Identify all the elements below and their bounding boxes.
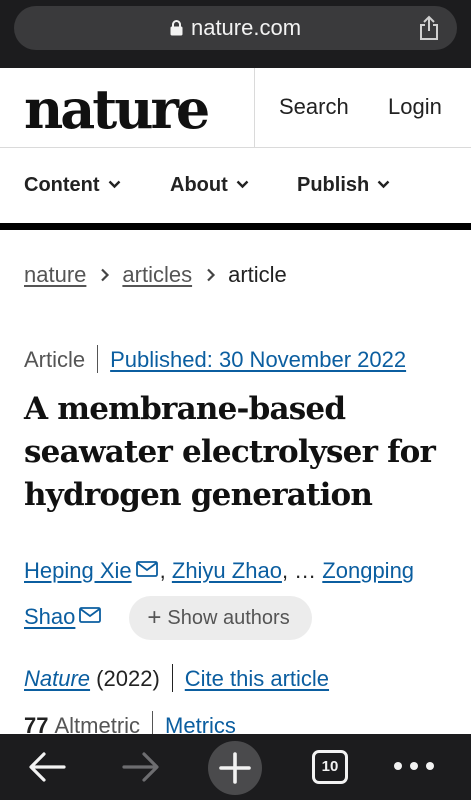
nav-publish-menu[interactable]: Publish [297,174,390,197]
author-zongping-shao-first[interactable]: Zongping [322,558,414,583]
nav-bottom-rule [0,223,471,230]
meta-divider [97,345,99,373]
nature-logo[interactable]: nature [24,74,210,144]
nav-publish-label: Publish [297,174,370,196]
authors-ellipsis: … [294,558,317,583]
url-text: nature.com [190,15,302,40]
share-icon[interactable] [417,15,441,41]
new-tab-button[interactable] [208,741,262,795]
published-date-link[interactable]: Published: 30 November 2022 [110,347,406,372]
journal-link[interactable]: Nature [24,666,90,691]
breadcrumb: nature articles article [24,262,287,288]
article-type: Article [24,347,86,372]
citation-line: Nature (2022) Cite this article [24,664,329,692]
search-link[interactable]: Search [279,94,349,120]
cite-divider [171,664,173,692]
breadcrumb-articles[interactable]: articles [122,262,192,287]
chevron-down-icon [377,180,390,189]
chevron-right-icon [207,268,216,282]
nav-about-menu[interactable]: About [170,174,249,197]
chevron-right-icon [101,268,110,282]
author-list: Heping Xie, Zhiyu Zhao, … Zongping Shao + S… [24,548,454,641]
breadcrumb-current: article [228,262,287,287]
author-zongping-shao-second[interactable]: Shao [24,604,75,629]
plus-icon: + [147,604,162,632]
author-zhiyu-zhao[interactable]: Zhiyu Zhao [172,558,282,583]
site-header: nature Search Login [0,68,471,148]
header-divider [254,68,255,148]
back-arrow-icon[interactable] [24,745,70,789]
nav-content-menu[interactable]: Content [24,174,121,197]
plus-icon [219,752,251,784]
cite-article-link[interactable]: Cite this article [185,666,329,691]
lock-icon [170,7,183,36]
chevron-down-icon [108,180,120,189]
show-authors-label: Show authors [167,607,290,630]
nav-about-label: About [170,174,228,196]
more-options-icon[interactable] [392,756,436,776]
address-bar[interactable]: nature.com [14,6,457,50]
forward-arrow-icon[interactable] [118,745,164,789]
show-authors-button[interactable]: + Show authors [129,596,312,641]
nav-content-label: Content [24,174,100,196]
browser-toolbar: 10 [0,734,471,800]
chevron-down-icon [236,180,249,189]
browser-top-bar: nature.com [0,0,471,68]
tab-switcher-button[interactable]: 10 [312,750,348,784]
article-meta: Article Published: 30 November 2022 [24,345,406,373]
breadcrumb-nature[interactable]: nature [24,262,86,287]
url-display[interactable]: nature.com [14,6,457,50]
article-title: A membrane-based seawater electrolyser f… [24,391,436,513]
main-nav: Content About Publish [0,149,471,224]
mail-icon[interactable] [79,607,102,623]
login-link[interactable]: Login [388,94,442,120]
author-heping-xie[interactable]: Heping Xie [24,558,132,583]
mail-icon[interactable] [135,561,158,577]
publication-year: (2022) [96,666,160,691]
